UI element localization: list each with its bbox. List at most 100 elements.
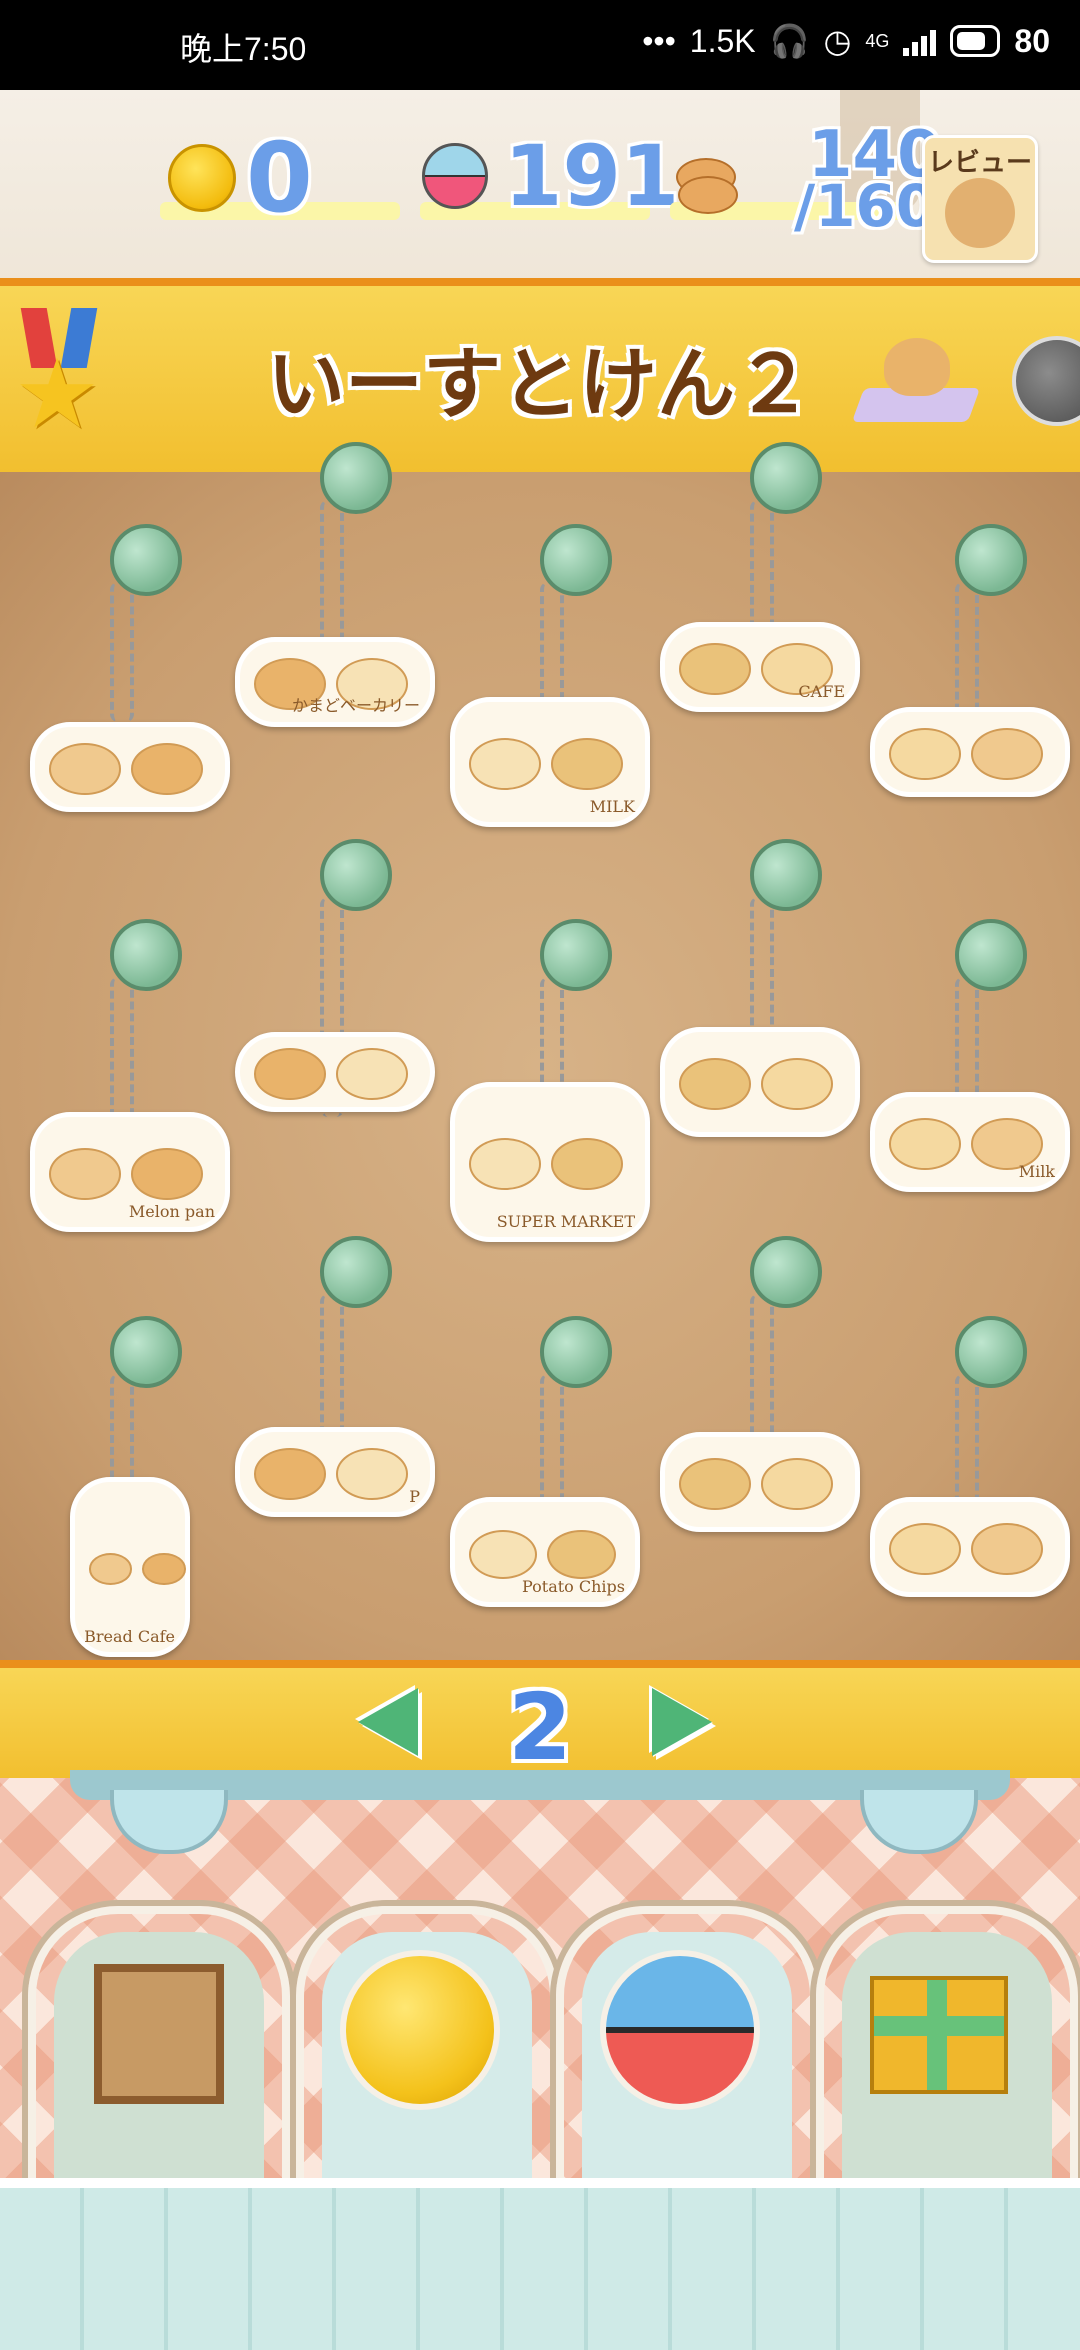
pillow-dog-icon[interactable] bbox=[851, 332, 981, 428]
charm-sticker bbox=[870, 707, 1070, 797]
bread-icon bbox=[335, 1448, 408, 1500]
pushpin-icon bbox=[955, 524, 1027, 596]
charm-sticker bbox=[235, 1032, 435, 1112]
bread-icon bbox=[254, 1448, 326, 1500]
bread-icon bbox=[760, 1458, 833, 1510]
charm-label: SUPER MARKET bbox=[496, 1212, 635, 1231]
bread-icon bbox=[679, 1458, 751, 1510]
charm-label: P bbox=[409, 1487, 420, 1506]
title-banner: ★ いーすとけん２ bbox=[0, 278, 1080, 480]
collection-board: かまどベーカリー MILK CAFE Melon pan SUPER MARKET Mil… bbox=[0, 442, 1080, 1660]
pushpin-icon bbox=[320, 1236, 392, 1308]
charm-sticker: かまどベーカリー bbox=[235, 637, 435, 727]
charm-sticker: CAFE bbox=[660, 622, 860, 712]
charm-label: Melon pan bbox=[128, 1202, 215, 1221]
dots-icon: ••• bbox=[642, 22, 676, 59]
pushpin-icon bbox=[750, 1236, 822, 1308]
bread-icon bbox=[130, 1148, 203, 1200]
charm-sticker: Milk bbox=[870, 1092, 1070, 1192]
charm-label: MILK bbox=[589, 797, 635, 816]
bread-icon bbox=[550, 1138, 623, 1190]
bread-icon bbox=[550, 738, 623, 790]
headphone-icon: 🎧 bbox=[769, 23, 810, 59]
gift-button[interactable] bbox=[816, 1906, 1078, 2194]
page-number: 2 bbox=[507, 1674, 572, 1781]
bread-icon bbox=[970, 1523, 1043, 1575]
charm-sticker: SUPER MARKET bbox=[450, 1082, 650, 1242]
capsule-icon bbox=[422, 143, 488, 209]
coin-icon bbox=[340, 1950, 500, 2110]
bread-icon bbox=[889, 1118, 961, 1170]
bread-icon bbox=[679, 643, 751, 695]
bread-icon bbox=[469, 1529, 538, 1579]
frame-button[interactable] bbox=[28, 1906, 290, 2194]
charm-sticker bbox=[30, 722, 230, 812]
charm-sticker: Potato Chips bbox=[450, 1497, 640, 1607]
battery-level: 80 bbox=[1014, 22, 1050, 59]
coin-button[interactable] bbox=[296, 1906, 558, 2194]
gift-icon bbox=[870, 1976, 1008, 2094]
pushpin-icon bbox=[110, 524, 182, 596]
charm-sticker bbox=[870, 1497, 1070, 1597]
bread-icon bbox=[672, 156, 738, 214]
resource-bar: 0 191 140 /160 bbox=[0, 90, 1080, 285]
capsule-value: 191 bbox=[504, 127, 680, 225]
shop-front-panel bbox=[0, 2178, 1080, 2350]
pushpin-icon bbox=[320, 839, 392, 911]
charm-sticker: MILK bbox=[450, 697, 650, 827]
pushpin-icon bbox=[955, 1316, 1027, 1388]
next-page-arrow-icon[interactable] bbox=[642, 1688, 722, 1762]
coin-counter: 0 bbox=[168, 130, 313, 226]
pushpin-icon bbox=[110, 1316, 182, 1388]
bread-icon bbox=[469, 738, 541, 790]
pushpin-icon bbox=[750, 442, 822, 514]
pushpin-icon bbox=[110, 919, 182, 991]
capsule-icon bbox=[600, 1950, 760, 2110]
bread-icon bbox=[49, 743, 121, 795]
review-label: レビュー bbox=[927, 148, 1032, 178]
net-speed: 1.5K bbox=[689, 22, 756, 59]
charm-sticker bbox=[660, 1432, 860, 1532]
bread-icon bbox=[254, 1048, 326, 1100]
charm-label: CAFE bbox=[798, 682, 845, 701]
charm-label: Potato Chips bbox=[522, 1577, 625, 1596]
pushpin-icon bbox=[540, 1316, 612, 1388]
shiba-icon bbox=[945, 178, 1015, 248]
review-button[interactable]: レビュー bbox=[922, 135, 1038, 263]
pushpin-icon bbox=[955, 919, 1027, 991]
pushpin-icon bbox=[540, 524, 612, 596]
chain bbox=[110, 582, 134, 722]
charm-label: かまどベーカリー bbox=[291, 696, 420, 715]
coin-icon bbox=[168, 144, 236, 212]
bread-icon bbox=[89, 1553, 133, 1585]
pushpin-icon bbox=[750, 839, 822, 911]
charm-sticker: P bbox=[235, 1427, 435, 1517]
page-navigation: 2 bbox=[0, 1660, 1080, 1786]
charm-label: Milk bbox=[1018, 1162, 1055, 1181]
bread-icon bbox=[970, 728, 1043, 780]
pushpin-icon bbox=[320, 442, 392, 514]
alarm-icon: ◷ bbox=[823, 23, 852, 59]
capsule-counter: 191 bbox=[422, 134, 679, 218]
bread-icon bbox=[889, 1523, 961, 1575]
network-label: 4G bbox=[865, 30, 890, 51]
prev-page-arrow-icon[interactable] bbox=[352, 1688, 432, 1762]
bread-icon bbox=[679, 1058, 751, 1110]
charm-sticker: Melon pan bbox=[30, 1112, 230, 1232]
bread-icon bbox=[889, 728, 961, 780]
bread-icon bbox=[142, 1553, 186, 1585]
bread-icon bbox=[335, 1048, 408, 1100]
charm-sticker: Bread Cafe bbox=[70, 1477, 190, 1657]
coin-value: 0 bbox=[246, 122, 313, 234]
battery-icon bbox=[950, 25, 1001, 57]
bread-icon bbox=[760, 1058, 833, 1110]
status-time: 晚上7:50 bbox=[180, 31, 307, 67]
bread-icon bbox=[49, 1148, 121, 1200]
signal-icon bbox=[903, 26, 937, 56]
charm-label: Bread Cafe bbox=[84, 1627, 175, 1646]
picture-frame-icon bbox=[94, 1964, 224, 2104]
pushpin-icon bbox=[540, 919, 612, 991]
capsule-button[interactable] bbox=[556, 1906, 818, 2194]
bread-max: /160 bbox=[794, 172, 937, 240]
status-bar: 晚上7:50 ••• 1.5K 🎧 ◷ 4G 80 bbox=[0, 0, 1080, 90]
